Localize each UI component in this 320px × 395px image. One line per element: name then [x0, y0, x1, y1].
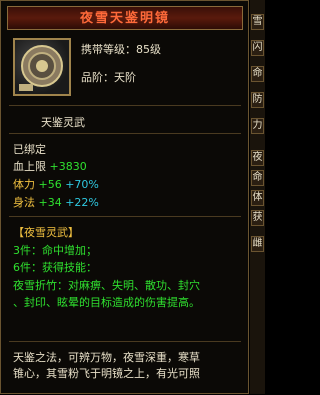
stat-hp: 血上限 +3830 [13, 158, 87, 174]
set-name: 【夜雪灵武】 [13, 226, 79, 239]
stat-stamina: 体力 +56 +70% [13, 176, 99, 192]
mirror-icon [13, 38, 71, 96]
stat-value: +34 [38, 196, 62, 209]
stat-agility: 身法 +34 +22% [13, 194, 99, 210]
description-line-1: 天鉴之法，可辨万物，夜雪深重，寒草 [13, 351, 200, 364]
stat-pct: +22% [65, 196, 99, 209]
side-tab[interactable]: 命 [251, 66, 264, 82]
stat-value: +56 [38, 178, 62, 191]
set-bonus-6: 6件：获得技能： [13, 261, 97, 274]
side-panel: 雪 闪 命 防 力 夜 命 体 获 雌 [250, 0, 265, 394]
item-title: 夜雪天鉴明镜 [79, 11, 170, 26]
stat-value: +3830 [49, 160, 87, 173]
divider [9, 216, 241, 217]
side-tab[interactable]: 防 [251, 92, 264, 108]
side-tab[interactable]: 获 [251, 210, 264, 226]
set-skill-line-2: 、封印、眩晕的目标造成的伤害提高。 [13, 296, 200, 309]
item-grade: 品阶：天阶 [81, 71, 136, 84]
title-bar: 夜雪天鉴明镜 [7, 6, 243, 30]
divider [9, 133, 241, 134]
divider [9, 341, 241, 342]
level-requirement: 携带等级：85级 [81, 43, 161, 56]
item-tooltip: 夜雪天鉴明镜 携带等级：85级 品阶：天阶 天鉴灵武 已绑定 血上限 +3830… [0, 0, 249, 394]
divider [9, 105, 241, 106]
item-description: 天鉴之法，可辨万物，夜雪深重，寒草 锥心，其雪粉飞于明镜之上，有光可照 [9, 348, 241, 395]
side-tab[interactable]: 力 [251, 118, 264, 134]
set-skill-line-1: 夜雪折竹：对麻痹、失明、散功、封穴 [13, 279, 200, 292]
stat-pct: +70% [65, 178, 99, 191]
description-line-2: 锥心，其雪粉飞于明镜之上，有光可照 [13, 367, 200, 380]
side-tab[interactable]: 雌 [251, 236, 264, 252]
stat-label: 体力 [13, 178, 35, 191]
bound-status: 已绑定 [13, 143, 46, 156]
side-tab[interactable]: 体 [251, 190, 264, 206]
stat-label: 血上限 [13, 160, 46, 173]
stat-label: 身法 [13, 196, 35, 209]
side-tab[interactable]: 雪 [251, 14, 264, 30]
item-name: 天鉴灵武 [41, 116, 85, 129]
side-tab[interactable]: 闪 [251, 40, 264, 56]
side-tab[interactable]: 命 [251, 170, 264, 186]
set-bonus-3: 3件：命中增加； [13, 244, 97, 257]
side-tab[interactable]: 夜 [251, 150, 264, 166]
